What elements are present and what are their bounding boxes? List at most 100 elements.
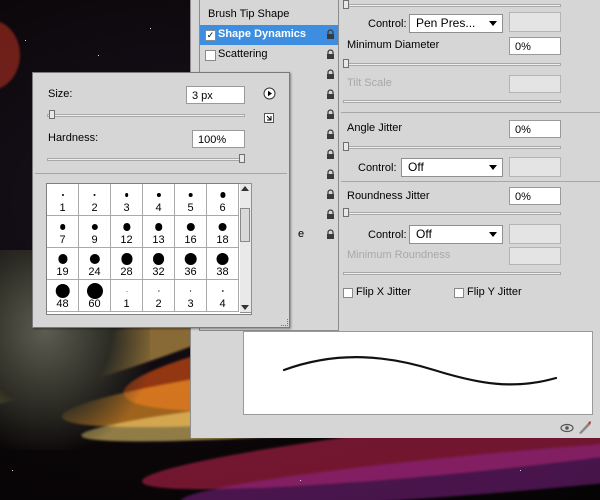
- roundness-control-select[interactable]: Off: [409, 225, 503, 244]
- lock-icon[interactable]: [326, 209, 335, 220]
- hardness-slider-thumb[interactable]: [239, 154, 245, 163]
- brush-tip-dot: [89, 253, 100, 265]
- lock-icon[interactable]: [326, 69, 335, 80]
- angle-jitter-label: Angle Jitter: [347, 122, 403, 134]
- lock-icon[interactable]: [326, 229, 335, 240]
- list-item-checkbox[interactable]: [205, 50, 216, 61]
- brush-preset-size: 13: [152, 234, 165, 246]
- brush-preset[interactable]: 60: [79, 280, 111, 312]
- brush-preset[interactable]: 32: [143, 248, 175, 280]
- lock-icon[interactable]: [326, 29, 335, 40]
- min-diameter-slider-track[interactable]: [343, 63, 561, 66]
- roundness-jitter-slider-thumb[interactable]: [343, 208, 349, 217]
- brush-preset[interactable]: 13: [143, 216, 175, 248]
- size-slider-track[interactable]: [47, 114, 245, 117]
- brush-preset-size: 24: [88, 266, 101, 278]
- brush-preset[interactable]: 4: [207, 280, 239, 312]
- preset-grid: 1 2 3 4 5 6 7 9 12 13 16 18 19 24 28 32 36 38 48 60 1 2 3 4: [46, 183, 252, 315]
- brush-preset[interactable]: 48: [47, 280, 79, 312]
- brush-preset[interactable]: 1: [111, 280, 143, 312]
- size-jitter-slider-thumb[interactable]: [343, 0, 349, 9]
- brush-preset[interactable]: 28: [111, 248, 143, 280]
- brush-preset[interactable]: 2: [143, 280, 175, 312]
- lock-icon[interactable]: [326, 89, 335, 100]
- flip-x-checkbox[interactable]: [343, 288, 353, 298]
- brush-tip-dot: [186, 222, 195, 232]
- brush-preset[interactable]: 2: [79, 184, 111, 216]
- brush-preset[interactable]: 16: [175, 216, 207, 248]
- scroll-up-icon[interactable]: [241, 186, 249, 191]
- lock-icon[interactable]: [326, 129, 335, 140]
- scroll-thumb[interactable]: [240, 208, 250, 242]
- brush-preset[interactable]: 19: [47, 248, 79, 280]
- list-item-label: Brush Tip Shape: [208, 8, 290, 20]
- brush-preset[interactable]: 38: [207, 248, 239, 280]
- brush-preset[interactable]: 12: [111, 216, 143, 248]
- angle-jitter-slider-thumb[interactable]: [343, 142, 349, 151]
- stroke-preview-curve: [282, 356, 558, 386]
- play-circle-icon[interactable]: [263, 87, 276, 100]
- brush-preset[interactable]: 5: [175, 184, 207, 216]
- brush-preset[interactable]: 4: [143, 184, 175, 216]
- settings-list-item[interactable]: Brush Tip Shape: [200, 5, 338, 25]
- preset-grid-scrollbar[interactable]: [240, 183, 252, 313]
- brush-tip-dot: [122, 223, 131, 231]
- angle-jitter-slider-track[interactable]: [343, 146, 561, 149]
- brush-preset-size: 3: [187, 298, 194, 310]
- size-control-select[interactable]: Pen Pres...: [409, 14, 503, 33]
- settings-list-item[interactable]: ✓ Shape Dynamics: [200, 25, 338, 45]
- divider: [341, 112, 600, 113]
- panel-footer: [191, 418, 600, 438]
- list-item-checkbox[interactable]: ✓: [205, 30, 216, 41]
- scroll-down-icon[interactable]: [241, 305, 249, 310]
- resize-grip-icon[interactable]: [281, 319, 288, 326]
- angle-control-field: [509, 157, 561, 177]
- size-control-value: Pen Pres...: [416, 16, 476, 30]
- size-input[interactable]: 3 px: [186, 86, 245, 104]
- hardness-slider-track[interactable]: [47, 158, 245, 161]
- lock-icon[interactable]: [326, 189, 335, 200]
- hardness-input[interactable]: 100%: [192, 130, 245, 148]
- size-jitter-slider-track[interactable]: [343, 4, 561, 7]
- brush-preset[interactable]: 7: [47, 216, 79, 248]
- brush-preset[interactable]: 24: [79, 248, 111, 280]
- roundness-control-label: Control:: [368, 229, 407, 241]
- brush-preset-size: 6: [219, 202, 226, 214]
- brush-tip-dot: [55, 283, 70, 299]
- lock-icon[interactable]: [326, 149, 335, 160]
- settings-list-item[interactable]: Scattering: [200, 45, 338, 65]
- flip-y-checkbox[interactable]: [454, 288, 464, 298]
- brush-tip-dot: [216, 252, 229, 266]
- angle-control-select[interactable]: Off: [401, 158, 503, 177]
- lock-icon[interactable]: [326, 49, 335, 60]
- roundness-control-value: Off: [416, 227, 432, 241]
- roundness-jitter-input[interactable]: 0%: [509, 187, 561, 205]
- brush-preset[interactable]: 9: [79, 216, 111, 248]
- divider: [341, 181, 600, 182]
- lock-icon[interactable]: [326, 169, 335, 180]
- brush-preset[interactable]: 3: [175, 280, 207, 312]
- brush-tip-dot: [61, 193, 64, 197]
- brush-preset[interactable]: 18: [207, 216, 239, 248]
- new-preset-icon[interactable]: [264, 113, 274, 123]
- brush-tip-dot: [156, 192, 161, 198]
- brush-preset-size: 12: [120, 234, 133, 246]
- brush-preset-size: 32: [152, 266, 165, 278]
- brush-preset[interactable]: 36: [175, 248, 207, 280]
- lock-icon[interactable]: [326, 109, 335, 120]
- brush-preset[interactable]: 3: [111, 184, 143, 216]
- min-roundness-field: [509, 247, 561, 265]
- brush-preset-size: 38: [216, 266, 229, 278]
- angle-jitter-input[interactable]: 0%: [509, 120, 561, 138]
- size-label: Size:: [48, 88, 73, 100]
- eye-icon[interactable]: [560, 422, 574, 434]
- brush-preset[interactable]: 1: [47, 184, 79, 216]
- size-slider-thumb[interactable]: [48, 110, 55, 119]
- min-diameter-slider-thumb[interactable]: [343, 59, 349, 68]
- brush-icon[interactable]: [576, 420, 592, 435]
- size-jitter-field: [509, 12, 561, 32]
- min-diameter-input[interactable]: 0%: [509, 37, 561, 55]
- roundness-jitter-slider-track[interactable]: [343, 212, 561, 215]
- brush-preset[interactable]: 6: [207, 184, 239, 216]
- brush-preset-size: 19: [56, 266, 69, 278]
